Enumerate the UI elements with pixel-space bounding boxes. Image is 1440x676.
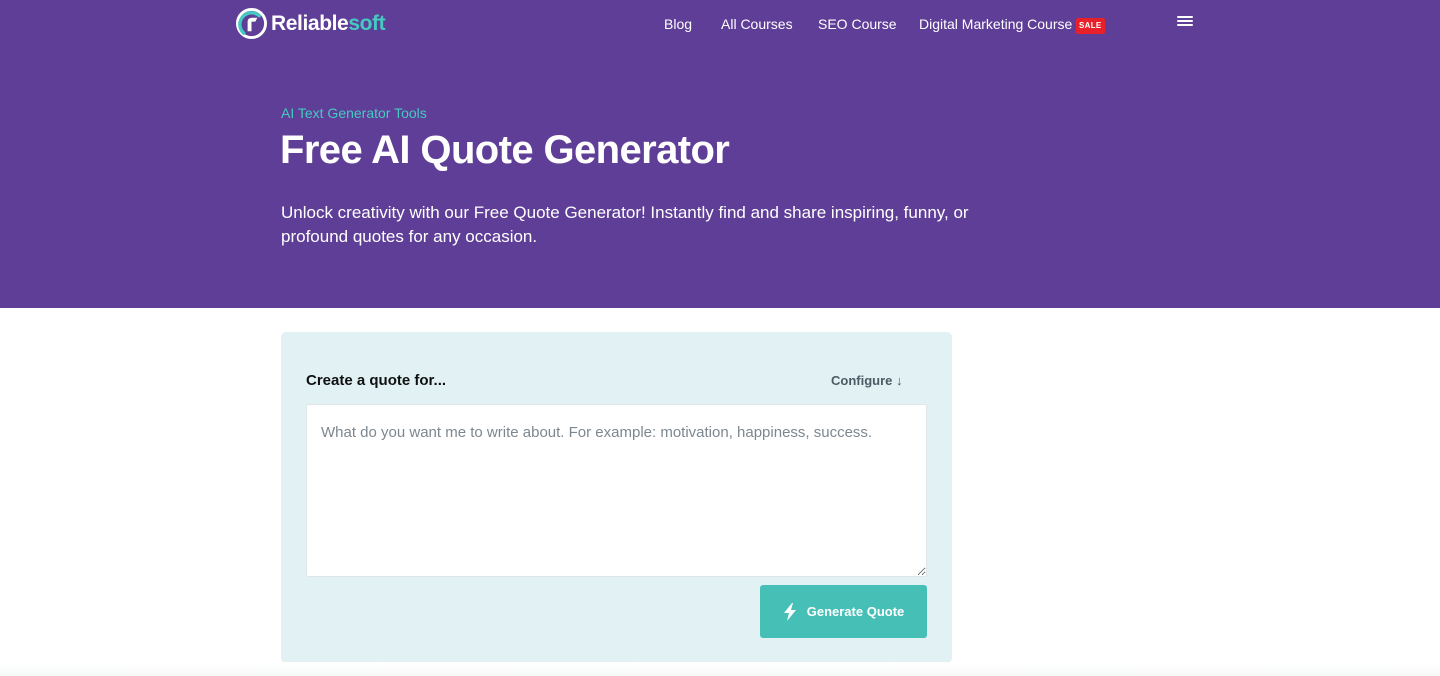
nav-link-seo-course[interactable]: SEO Course	[818, 15, 897, 33]
page-title: Free AI Quote Generator	[280, 128, 730, 172]
page-description: Unlock creativity with our Free Quote Ge…	[281, 203, 969, 246]
breadcrumb[interactable]: AI Text Generator Tools	[281, 104, 427, 122]
generate-quote-button[interactable]: Generate Quote	[760, 585, 927, 638]
lightning-bolt-icon	[783, 602, 796, 621]
hamburger-menu-icon[interactable]	[1176, 14, 1194, 30]
topic-input[interactable]	[306, 404, 927, 577]
nav-link-digital-marketing-course[interactable]: Digital Marketing Course	[919, 15, 1072, 33]
nav-link-all-courses[interactable]: All Courses	[721, 15, 793, 33]
prompt-label: Create a quote for...	[306, 372, 447, 389]
configure-toggle[interactable]: Configure ↓	[831, 372, 903, 390]
hero-header: Reliablesoft Blog All Courses SEO Course…	[0, 0, 1440, 308]
generate-quote-label: Generate Quote	[806, 604, 905, 619]
main-nav: Blog All Courses SEO Course Digital Mark…	[0, 15, 1440, 33]
sale-badge: SALE	[1076, 18, 1105, 34]
nav-link-blog[interactable]: Blog	[664, 15, 692, 33]
page-bottom-shadow	[0, 662, 1440, 676]
quote-generator-card: Create a quote for... Configure ↓ Genera…	[281, 332, 952, 663]
